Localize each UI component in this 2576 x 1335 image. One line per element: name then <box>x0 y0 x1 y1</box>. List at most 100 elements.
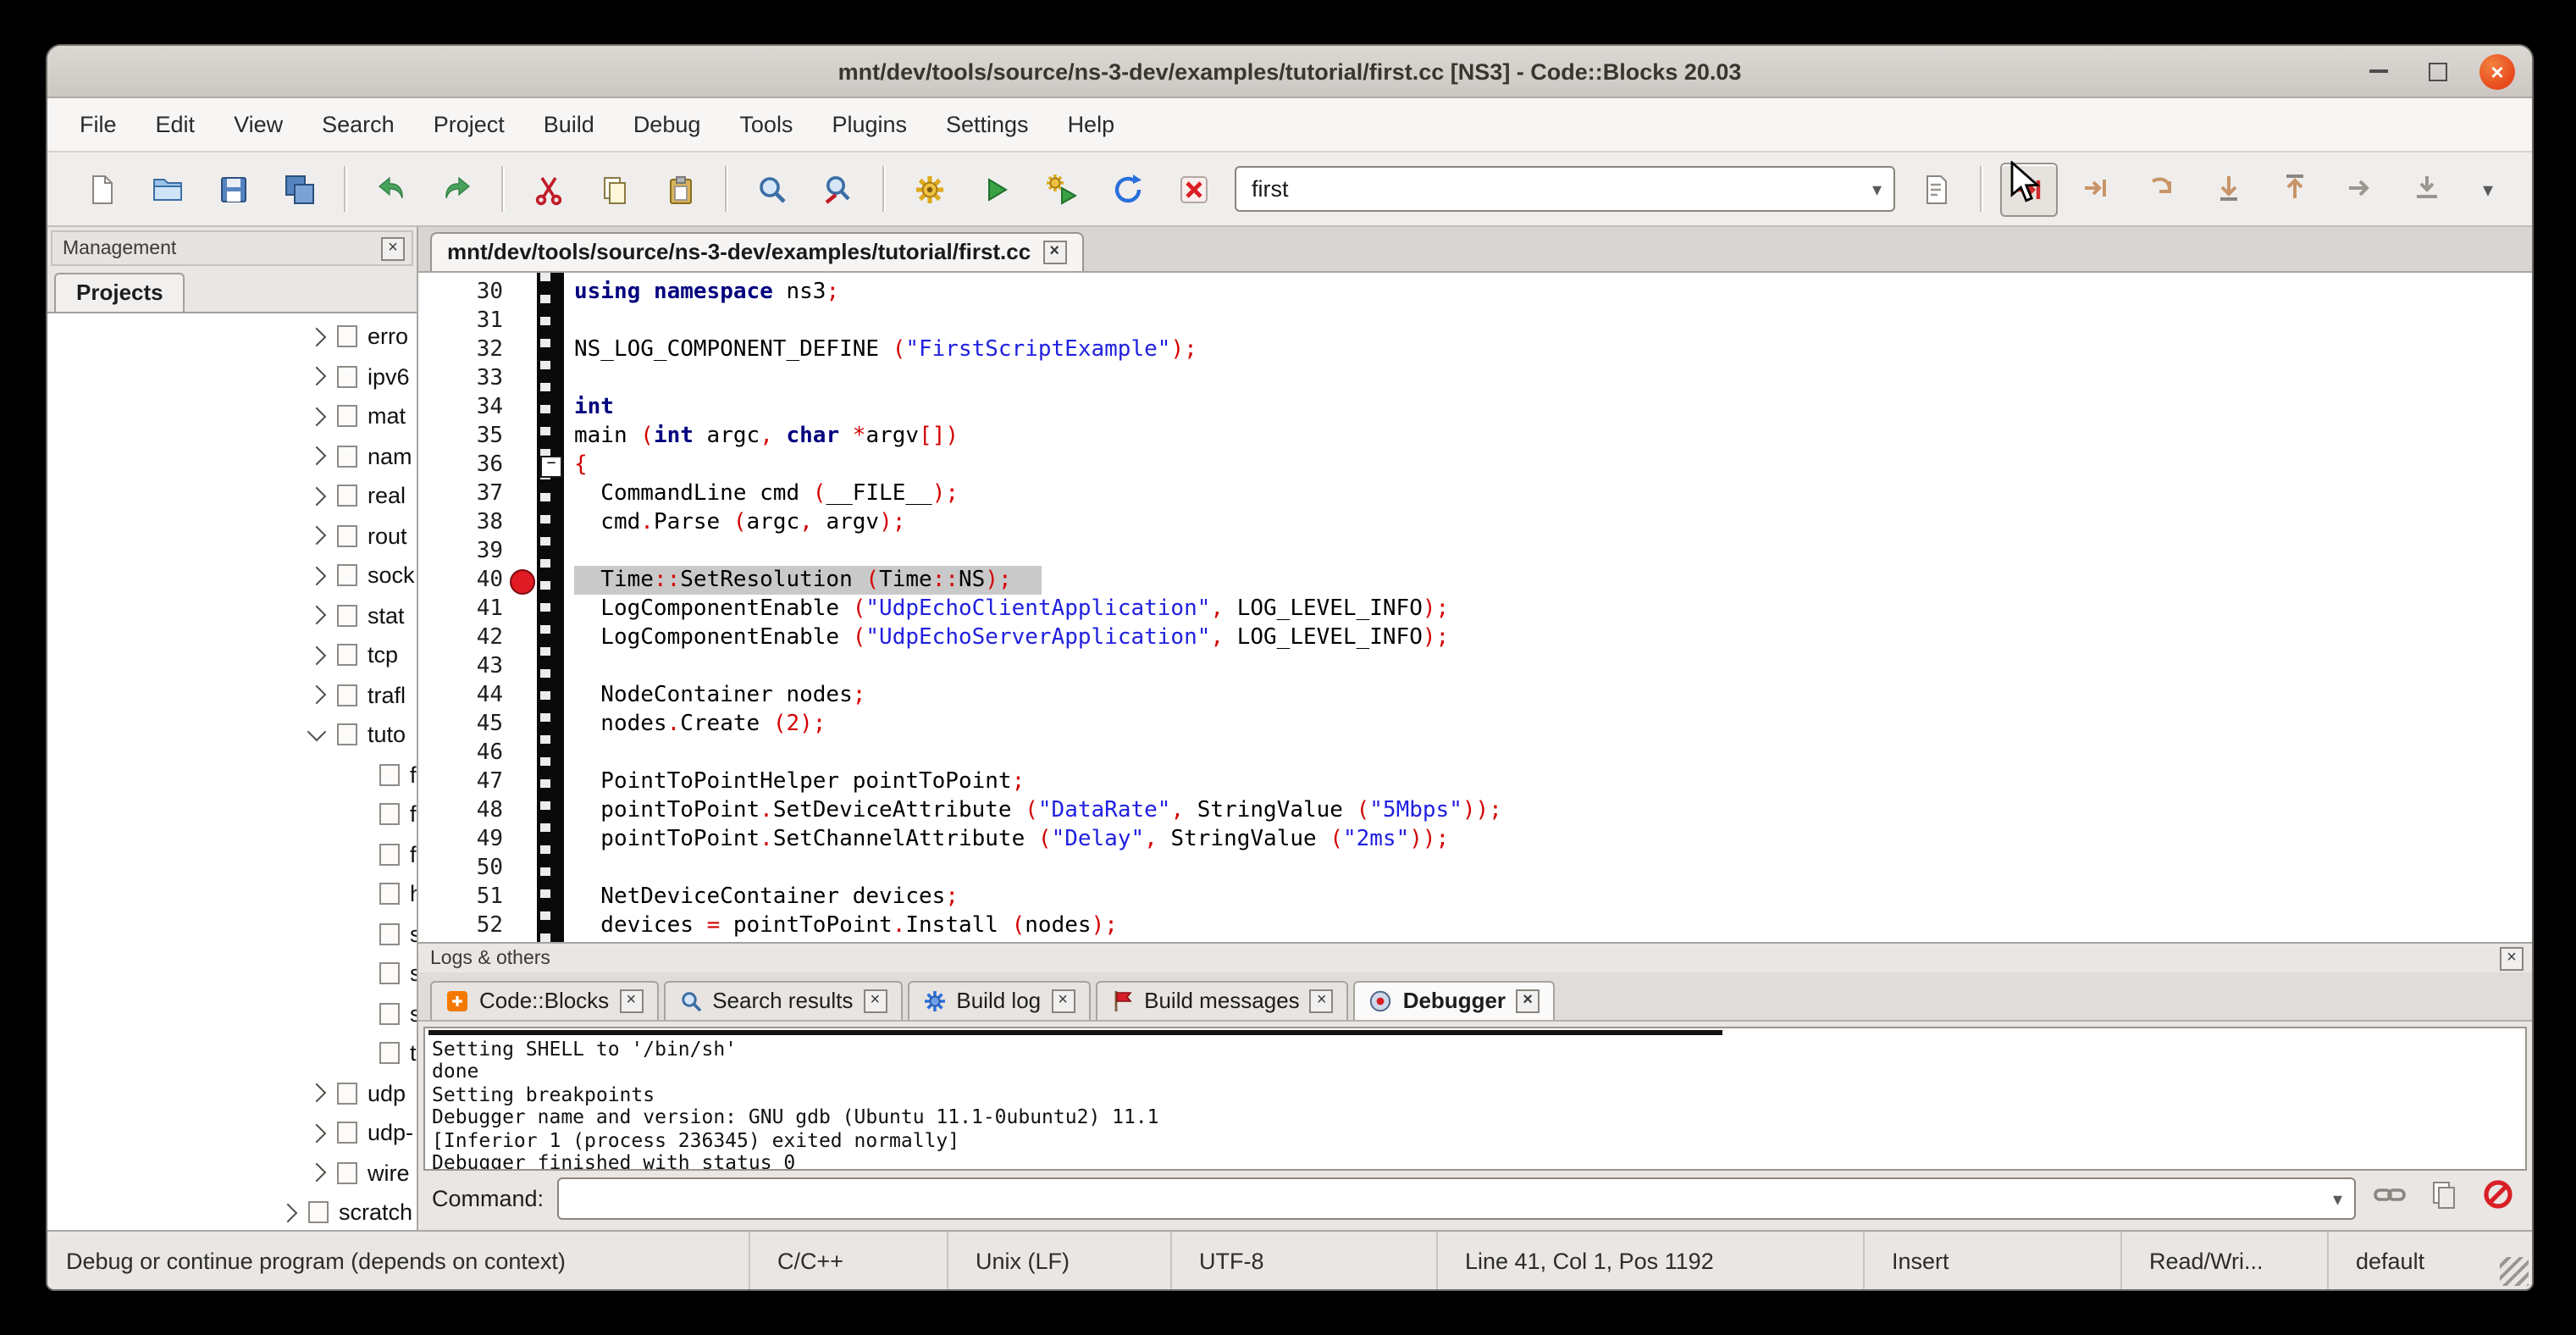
menu-item-tools[interactable]: Tools <box>739 112 793 137</box>
chevron-right-icon[interactable] <box>307 1163 327 1183</box>
log-tab-debugger[interactable]: Debugger× <box>1354 981 1555 1020</box>
cut-button[interactable] <box>522 163 576 214</box>
close-icon[interactable]: × <box>381 236 405 260</box>
build-button[interactable] <box>903 163 957 214</box>
close-icon[interactable]: × <box>1042 240 1066 263</box>
find-button[interactable] <box>745 163 799 214</box>
code-line-51[interactable]: 51 NetDeviceContainer devices; <box>418 883 2532 911</box>
debug-continue-button[interactable] <box>2000 162 2058 216</box>
replace-button[interactable] <box>811 163 865 214</box>
save-all-button[interactable] <box>273 163 327 214</box>
next-instruction-button[interactable] <box>2334 162 2388 213</box>
code-line-52[interactable]: 52 devices = pointToPoint.Install (nodes… <box>418 911 2532 940</box>
line-number[interactable]: 30 <box>418 278 503 307</box>
new-file-button[interactable] <box>75 163 129 214</box>
line-number[interactable]: 37 <box>418 479 503 508</box>
rebuild-button[interactable] <box>1101 163 1155 214</box>
tree-item-fir[interactable]: fir <box>47 795 417 834</box>
close-icon[interactable]: × <box>2500 946 2523 970</box>
chevron-right-icon[interactable] <box>307 606 327 625</box>
open-button[interactable] <box>141 163 195 214</box>
editor-tab-first-cc[interactable]: mnt/dev/tools/source/ns-3-dev/examples/t… <box>430 232 1083 271</box>
chevron-right-icon[interactable] <box>307 407 327 426</box>
line-number[interactable]: 33 <box>418 364 503 393</box>
step-into-instruction-button[interactable] <box>2400 162 2454 213</box>
attach-button[interactable] <box>2369 1178 2410 1219</box>
maximize-button[interactable] <box>2420 53 2456 89</box>
tree-item-six[interactable]: six <box>47 994 417 1033</box>
code-line-45[interactable]: 45 nodes.Create (2); <box>418 710 2532 739</box>
copy-log-button[interactable] <box>2424 1178 2464 1219</box>
tree-item-fif[interactable]: fif <box>47 755 417 795</box>
code-line-44[interactable]: 44 NodeContainer nodes; <box>418 681 2532 710</box>
code-line-46[interactable]: 46 <box>418 739 2532 767</box>
copy-button[interactable] <box>588 163 642 214</box>
line-number[interactable]: 32 <box>418 335 503 364</box>
line-number[interactable]: 36 <box>418 451 503 479</box>
command-combo[interactable]: ▾ <box>557 1177 2356 1220</box>
line-number[interactable]: 44 <box>418 681 503 710</box>
menu-item-build[interactable]: Build <box>544 112 594 137</box>
chevron-right-icon[interactable] <box>307 367 327 386</box>
line-number[interactable]: 45 <box>418 710 503 739</box>
undo-button[interactable] <box>364 163 418 214</box>
code-line-31[interactable]: 31 <box>418 307 2532 335</box>
code-line-48[interactable]: 48 pointToPoint.SetDeviceAttribute ("Dat… <box>418 796 2532 825</box>
menu-item-file[interactable]: File <box>80 112 117 137</box>
menu-item-help[interactable]: Help <box>1068 112 1115 137</box>
resize-grip[interactable] <box>2500 1257 2529 1286</box>
close-icon[interactable]: × <box>1310 989 1334 1012</box>
chevron-right-icon[interactable] <box>307 1083 327 1103</box>
chevron-right-icon[interactable] <box>307 446 327 466</box>
line-number[interactable]: 31 <box>418 307 503 335</box>
line-number[interactable]: 35 <box>418 422 503 451</box>
redo-button[interactable] <box>430 163 484 214</box>
paste-button[interactable] <box>654 163 708 214</box>
run-to-cursor-button[interactable] <box>2070 162 2124 213</box>
minimize-button[interactable] <box>2361 53 2396 89</box>
log-tab-build-messages[interactable]: Build messages× <box>1095 981 1349 1020</box>
abort-button[interactable] <box>1167 163 1221 214</box>
tree-item-stat[interactable]: stat <box>47 595 417 635</box>
next-line-button[interactable] <box>2136 162 2190 213</box>
tree-item-ipv6[interactable]: ipv6 <box>47 357 417 396</box>
code-line-32[interactable]: 32NS_LOG_COMPONENT_DEFINE ("FirstScriptE… <box>418 335 2532 364</box>
close-icon[interactable]: × <box>1516 989 1540 1012</box>
close-icon[interactable]: × <box>619 989 643 1012</box>
menu-item-edit[interactable]: Edit <box>156 112 196 137</box>
breakpoint-icon[interactable] <box>510 569 535 595</box>
tree-item-erro[interactable]: erro <box>47 317 417 357</box>
chevron-right-icon[interactable] <box>307 486 327 506</box>
chevron-right-icon[interactable] <box>307 685 327 705</box>
code-line-33[interactable]: 33 <box>418 364 2532 393</box>
code-line-41[interactable]: 41 LogComponentEnable ("UdpEchoClientApp… <box>418 595 2532 623</box>
menu-item-search[interactable]: Search <box>322 112 395 137</box>
chevron-right-icon[interactable] <box>279 1203 298 1222</box>
save-button[interactable] <box>207 163 261 214</box>
chevron-right-icon[interactable] <box>307 1123 327 1143</box>
titlebar[interactable]: mnt/dev/tools/source/ns-3-dev/examples/t… <box>47 46 2532 98</box>
step-into-button[interactable] <box>2202 162 2256 213</box>
tree-item-se[interactable]: se <box>47 914 417 954</box>
build-and-run-button[interactable] <box>1035 163 1089 214</box>
fold-icon[interactable]: − <box>540 456 562 478</box>
tree-item-sock[interactable]: sock <box>47 556 417 595</box>
incremental-search-button[interactable] <box>1909 163 1963 214</box>
tree-item-trafl[interactable]: trafl <box>47 675 417 715</box>
close-icon[interactable]: × <box>863 989 887 1012</box>
tree-item-real[interactable]: real <box>47 476 417 516</box>
debugger-output[interactable]: Setting SHELL to '/bin/sh'doneSetting br… <box>423 1027 2527 1171</box>
line-number[interactable]: 38 <box>418 508 503 537</box>
tree-item-nam[interactable]: nam <box>47 436 417 476</box>
line-number[interactable]: 41 <box>418 595 503 623</box>
menu-item-debug[interactable]: Debug <box>633 112 701 137</box>
tree-item-he[interactable]: he <box>47 874 417 914</box>
close-button[interactable]: × <box>2479 53 2515 89</box>
tree-item-mat[interactable]: mat <box>47 396 417 436</box>
code-line-30[interactable]: 30using namespace ns3; <box>418 278 2532 307</box>
tree-item-udp[interactable]: udp- <box>47 1113 417 1153</box>
line-number[interactable]: 50 <box>418 854 503 883</box>
code-line-40[interactable]: 40 Time::SetResolution (Time::NS); <box>418 566 2532 595</box>
code-line-35[interactable]: 35main (int argc, char *argv[]) <box>418 422 2532 451</box>
line-number[interactable]: 40 <box>418 566 503 595</box>
